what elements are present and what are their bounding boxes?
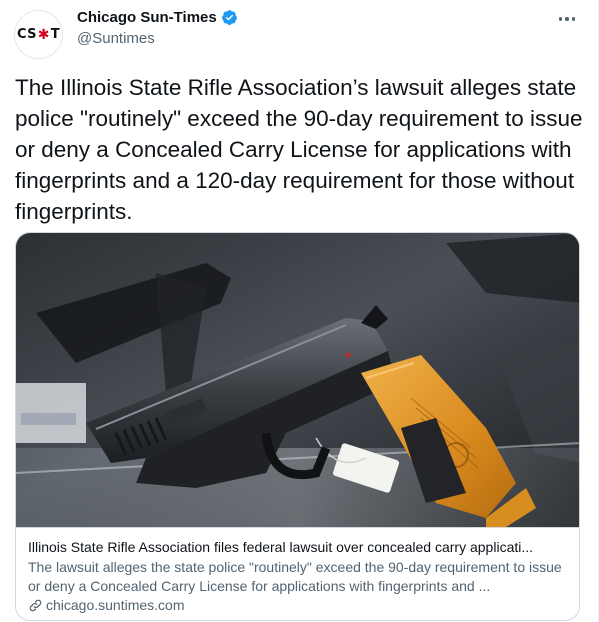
card-title[interactable]: Illinois State Rifle Association files f…	[28, 538, 569, 557]
avatar-star: ✱	[37, 26, 50, 43]
card-meta[interactable]: Illinois State Rifle Association files f…	[16, 527, 579, 620]
more-dot	[558, 17, 563, 21]
tweet-container: CS ✱ T Chicago Sun-Times @Suntimes The Ill…	[0, 0, 599, 622]
more-options-icon[interactable]	[556, 12, 578, 26]
verified-badge-icon	[221, 10, 237, 25]
avatar[interactable]: CS ✱ T	[14, 10, 63, 59]
card-domain: chicago.suntimes.com	[46, 597, 185, 613]
display-name[interactable]: Chicago Sun-Times	[77, 9, 217, 26]
avatar-text-left: CS	[17, 27, 37, 42]
tweet-text: The Illinois State Rifle Association’s l…	[15, 75, 583, 224]
avatar-text-right: T	[50, 27, 60, 42]
card-domain-row[interactable]: chicago.suntimes.com	[28, 596, 569, 615]
more-dot	[565, 17, 569, 21]
card-description: The lawsuit alleges the state police "ro…	[28, 559, 562, 594]
handle[interactable]: @Suntimes	[77, 30, 155, 47]
card-image-handgun[interactable]	[16, 233, 580, 527]
author-name-row: Chicago Sun-Times	[77, 9, 238, 26]
link-icon	[29, 599, 42, 612]
link-card[interactable]: Illinois State Rifle Association files f…	[15, 232, 580, 621]
more-dot	[571, 17, 576, 21]
